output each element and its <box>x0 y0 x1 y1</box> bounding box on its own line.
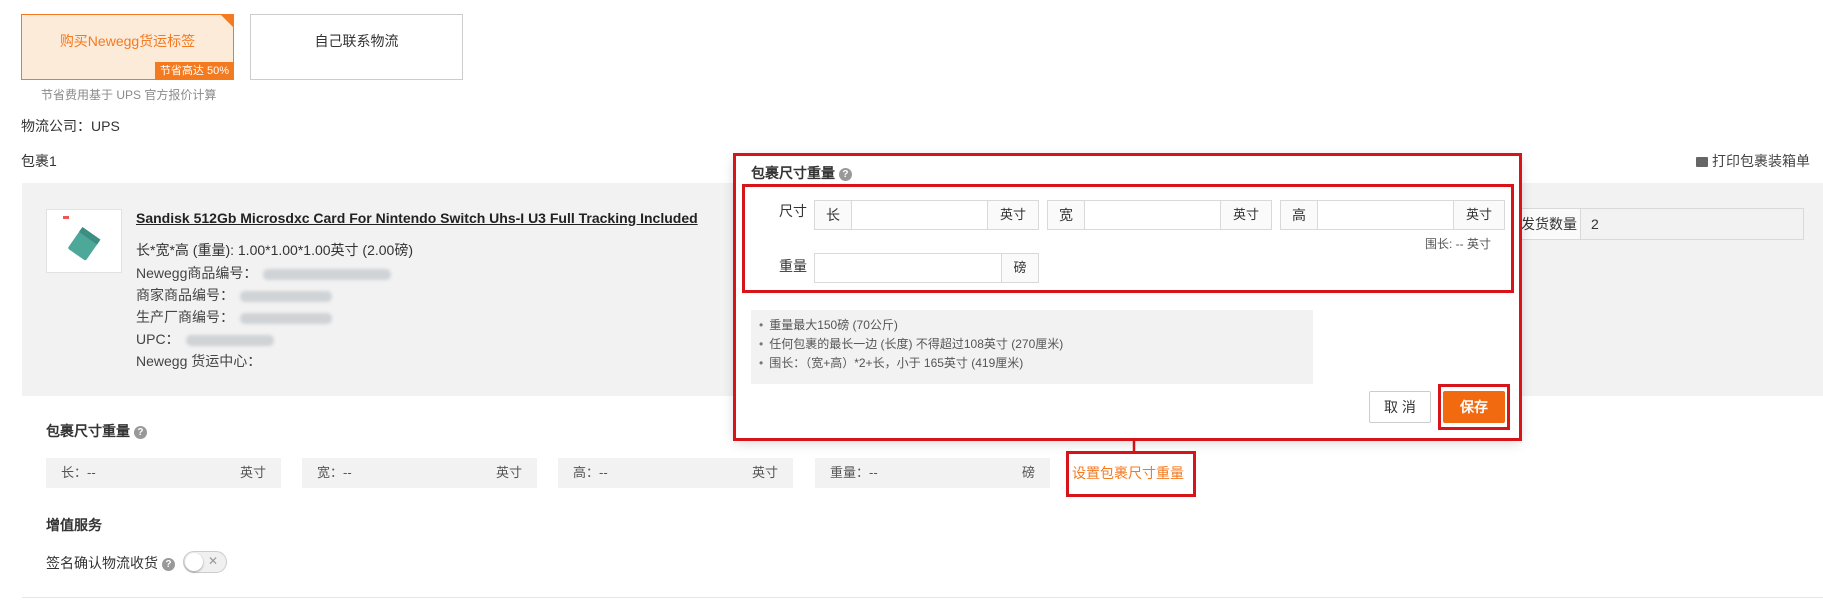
self-contact-logistics-option[interactable]: 自己联系物流 <box>250 14 463 80</box>
selected-corner-marker <box>221 15 233 27</box>
height-display: 高：-- 英寸 <box>558 458 793 488</box>
redacted-value <box>240 290 332 302</box>
signature-confirmation-label: 签名确认物流收货 <box>46 555 158 571</box>
manufacturer-number: 生产厂商编号： <box>136 307 332 327</box>
redacted-value <box>240 312 332 324</box>
savings-badge: 节省高达 50% <box>154 62 234 80</box>
carrier-line: 物流公司：UPS <box>21 116 120 136</box>
print-packing-slip-link[interactable]: 打印包裹装箱单 <box>1696 151 1810 171</box>
signature-confirmation-row: 签名确认物流收货 ? <box>46 553 175 573</box>
carrier-label: 物流公司： <box>21 118 91 134</box>
carrier-value: UPS <box>91 118 120 134</box>
savings-note: 节省费用基于 UPS 官方报价计算 <box>41 88 217 102</box>
seller-item-number: 商家商品编号： <box>136 285 332 305</box>
package-title: 包裹1 <box>21 153 57 169</box>
package-dims-title: 包裹尺寸重量 <box>46 423 130 439</box>
length-value: 长：-- <box>61 465 96 480</box>
upc-number: UPC： <box>136 329 274 349</box>
weight-value: 重量：-- <box>830 465 878 480</box>
ship-quantity-label: 发货数量 <box>1518 208 1580 240</box>
help-icon[interactable]: ? <box>133 425 147 439</box>
width-display: 宽：-- 英寸 <box>302 458 537 488</box>
print-packing-slip-text: 打印包裹装箱单 <box>1712 153 1810 169</box>
weight-display: 重量：-- 磅 <box>815 458 1050 488</box>
newegg-item-number: Newegg商品编号： <box>136 263 392 283</box>
product-thumbnail <box>46 209 122 273</box>
annotation-box-popup <box>733 153 1522 441</box>
ship-quantity-input[interactable]: 2 <box>1580 208 1804 240</box>
fulfillment-center: Newegg 货运中心： <box>136 353 262 369</box>
height-value: 高：-- <box>573 465 608 480</box>
section-divider <box>22 597 1823 598</box>
redacted-value <box>263 268 392 280</box>
buy-newegg-label-option[interactable]: 购买Newegg货运标签 节省高达 50% <box>21 14 234 80</box>
toggle-knob <box>185 553 203 571</box>
length-display: 长：-- 英寸 <box>46 458 281 488</box>
buy-newegg-label-text: 购买Newegg货运标签 <box>59 33 196 49</box>
signature-confirmation-toggle[interactable]: ✕ <box>183 551 227 573</box>
self-contact-logistics-text: 自己联系物流 <box>314 33 399 49</box>
length-unit: 英寸 <box>239 465 266 480</box>
value-added-title: 增值服务 <box>46 517 102 533</box>
toggle-off-x-icon: ✕ <box>207 554 218 568</box>
redacted-value <box>185 334 274 346</box>
height-unit: 英寸 <box>751 465 778 480</box>
weight-unit: 磅 <box>1021 465 1035 480</box>
help-icon[interactable]: ? <box>161 557 175 571</box>
printer-icon <box>1696 157 1708 167</box>
newegg-item-number-label: Newegg商品编号： <box>136 265 258 281</box>
product-dimensions: 长*宽*高 (重量): 1.00*1.00*1.00英寸 (2.00磅) <box>136 242 413 258</box>
seller-item-number-label: 商家商品编号： <box>136 287 234 303</box>
sd-card-image <box>63 216 101 261</box>
product-title-link[interactable]: Sandisk 512Gb Microsdxc Card For Nintend… <box>136 210 698 226</box>
set-package-dims-link[interactable]: 设置包裹尺寸重量 <box>1072 463 1184 483</box>
package-dims-heading: 包裹尺寸重量 ? <box>46 421 147 441</box>
upc-label: UPC： <box>136 331 180 347</box>
manufacturer-number-label: 生产厂商编号： <box>136 309 234 325</box>
width-value: 宽：-- <box>317 465 352 480</box>
width-unit: 英寸 <box>495 465 522 480</box>
